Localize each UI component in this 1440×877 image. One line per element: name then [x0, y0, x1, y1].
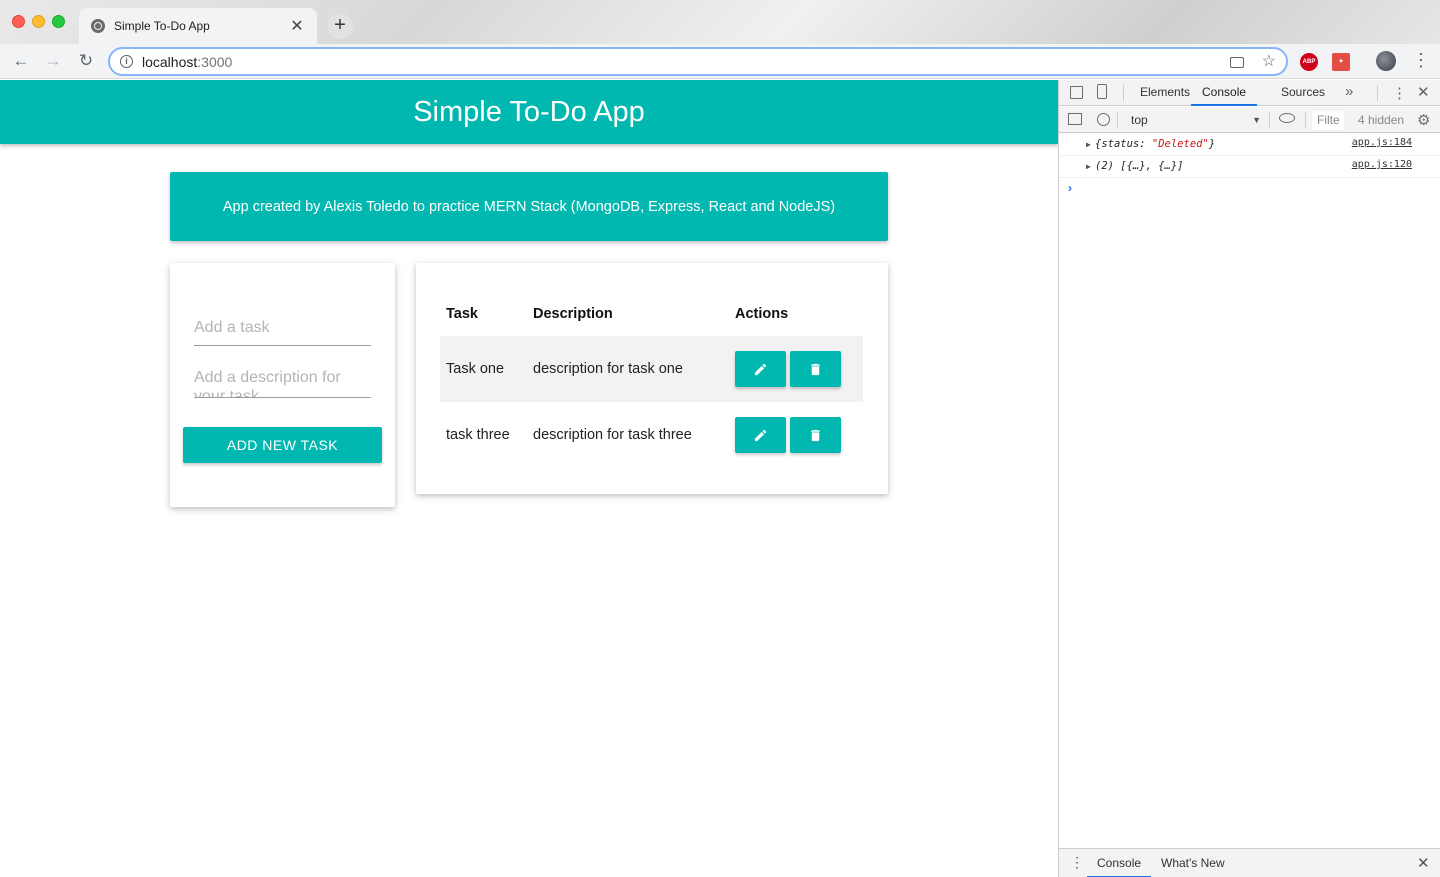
maximize-window-button[interactable] — [52, 15, 65, 28]
console-log-entry[interactable]: ▶ {status: "Deleted"} app.js:184 — [1059, 134, 1440, 156]
app-title: Simple To-Do App — [413, 95, 645, 128]
browser-titlebar: Simple To-Do App ✕ + — [0, 0, 1440, 44]
expand-triangle-icon[interactable]: ▶ — [1086, 156, 1091, 177]
edit-button[interactable] — [735, 417, 786, 453]
add-new-task-button[interactable]: ADD NEW TASK — [183, 427, 382, 463]
trash-icon — [811, 429, 820, 442]
chevron-down-icon: ▼ — [1252, 115, 1261, 125]
cast-icon[interactable] — [1230, 57, 1244, 68]
devtools-tabbar: Elements Console Sources » ⋮ ✕ — [1059, 80, 1440, 106]
task-description: description for task three — [533, 427, 692, 443]
close-window-button[interactable] — [12, 15, 25, 28]
web-page: Simple To-Do App App created by Alexis T… — [0, 80, 1058, 877]
task-field — [194, 311, 371, 346]
adblock-extension-icon[interactable]: ABP — [1300, 53, 1318, 71]
tasks-card: Task Description Actions Task one descri… — [416, 263, 888, 494]
minimize-window-button[interactable] — [32, 15, 45, 28]
drawer-tab-whats-new[interactable]: What's New — [1161, 849, 1225, 877]
task-actions — [729, 402, 863, 468]
eye-icon[interactable] — [1279, 113, 1295, 123]
hidden-count: 4 hidden — [1358, 113, 1405, 127]
log-source-link[interactable]: app.js:184 — [1352, 132, 1412, 153]
drawer-menu-icon[interactable]: ⋮ — [1070, 854, 1084, 871]
drawer-tab-console[interactable]: Console — [1087, 849, 1152, 877]
task-input[interactable] — [194, 311, 371, 345]
app-header: Simple To-Do App — [0, 80, 1058, 144]
back-arrow-icon[interactable]: ← — [10, 50, 32, 72]
header-actions: Actions — [735, 305, 789, 322]
log-source-link[interactable]: app.js:120 — [1352, 154, 1412, 175]
header-task: Task — [446, 305, 478, 322]
tab-title: Simple To-Do App — [114, 19, 210, 33]
info-icon[interactable]: i — [120, 55, 133, 68]
console-prompt[interactable]: › — [1068, 181, 1072, 195]
tab-elements[interactable]: Elements — [1140, 80, 1190, 106]
browser-menu-icon[interactable]: ⋮ — [1412, 50, 1430, 72]
devtools-panel: Elements Console Sources » ⋮ ✕ top ▼ Fil… — [1058, 80, 1440, 877]
more-tabs-icon[interactable]: » — [1345, 83, 1353, 100]
address-bar[interactable]: i localhost:3000 ☆ — [108, 47, 1288, 76]
tab-close-icon[interactable]: ✕ — [289, 16, 305, 36]
extension-icon[interactable]: ✦ — [1332, 53, 1350, 71]
info-banner: App created by Alexis Toledo to practice… — [170, 172, 888, 241]
devtools-menu-icon[interactable]: ⋮ — [1392, 84, 1407, 102]
new-tab-button[interactable]: + — [327, 13, 353, 39]
gear-icon[interactable]: ⚙ — [1417, 111, 1430, 129]
add-task-form: ADD NEW TASK — [170, 263, 395, 507]
log-message: (2) [{…}, {…}] — [1095, 160, 1184, 172]
table-row: Task one description for task one — [440, 336, 863, 402]
log-message: {status: "Deleted"} — [1095, 138, 1216, 150]
globe-icon — [91, 19, 105, 33]
task-description: description for task one — [527, 336, 729, 402]
url-port: :3000 — [197, 53, 233, 70]
expand-triangle-icon[interactable]: ▶ — [1086, 134, 1091, 155]
close-icon[interactable]: ✕ — [1417, 83, 1430, 101]
header-description: Description — [533, 305, 613, 322]
task-actions — [729, 336, 863, 402]
edit-button[interactable] — [735, 351, 786, 387]
table-header-row: Task Description Actions — [440, 291, 863, 336]
inspect-element-icon[interactable] — [1070, 86, 1083, 99]
tasks-table: Task Description Actions Task one descri… — [440, 291, 863, 468]
sidebar-toggle-icon[interactable] — [1068, 113, 1082, 125]
bookmark-star-icon[interactable]: ☆ — [1262, 51, 1276, 71]
divider — [1269, 112, 1270, 128]
console-toolbar: top ▼ Filte 4 hidden ⚙ — [1059, 107, 1440, 133]
table-row: task three description for task three — [440, 402, 863, 468]
clear-console-icon[interactable] — [1097, 113, 1110, 126]
console-log-entry[interactable]: ▶ (2) [{…}, {…}] app.js:120 — [1059, 156, 1440, 178]
tab-console[interactable]: Console — [1191, 80, 1258, 106]
profile-avatar[interactable] — [1376, 51, 1396, 71]
trash-icon — [811, 363, 820, 376]
forward-arrow-icon[interactable]: → — [42, 50, 64, 72]
delete-button[interactable] — [790, 417, 841, 453]
divider — [1123, 85, 1124, 101]
context-selector[interactable]: top ▼ — [1125, 111, 1261, 129]
delete-button[interactable] — [790, 351, 841, 387]
url-host: localhost — [142, 53, 198, 70]
context-value: top — [1131, 113, 1148, 127]
pencil-icon — [754, 429, 767, 442]
browser-toolbar: ← → ↻ i localhost:3000 ☆ ABP ✦ ⋮ — [0, 44, 1440, 79]
browser-tab[interactable]: Simple To-Do App ✕ — [79, 8, 317, 44]
device-toolbar-icon[interactable] — [1097, 84, 1107, 99]
reload-icon[interactable]: ↻ — [75, 50, 97, 72]
pencil-icon — [754, 363, 767, 376]
devtools-drawer: ⋮ Console What's New ✕ — [1059, 848, 1440, 877]
divider — [1377, 85, 1378, 101]
divider — [1305, 112, 1306, 128]
task-name: Task one — [440, 336, 527, 402]
description-input[interactable] — [194, 363, 371, 397]
description-field — [194, 363, 371, 398]
tab-sources[interactable]: Sources — [1281, 80, 1325, 106]
task-name: task three — [446, 427, 510, 443]
close-icon[interactable]: ✕ — [1417, 854, 1430, 872]
filter-input[interactable]: Filte — [1312, 111, 1344, 130]
divider — [1117, 112, 1118, 128]
